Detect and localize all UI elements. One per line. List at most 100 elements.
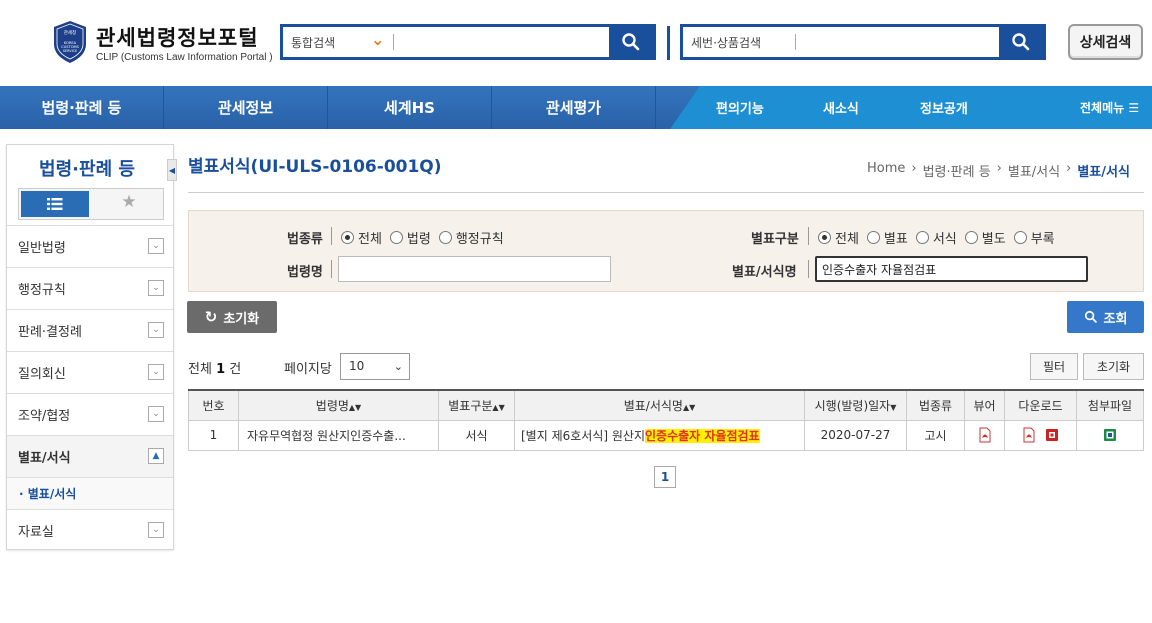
col-form-name[interactable]: 별표/서식명▲▼ [514,389,805,421]
radio-annex-form[interactable]: 서식 [915,228,957,247]
sidebar-item-forms[interactable]: 별표/서식 ▲ [7,435,173,477]
filter-button[interactable]: 필터 [1030,353,1078,380]
law-type-radios: 전체 법령 행정규칙 [341,228,504,247]
cell-no: 1 [188,419,239,451]
sidebar-item-archive[interactable]: 자료실 ⌄ [7,509,173,551]
radio-circle[interactable] [915,231,929,244]
radio-circle[interactable] [964,231,978,244]
sidebar-item-treaties[interactable]: 조약/협정 ⌄ [7,393,173,435]
sidebar-item-label: 행정규칙 [18,283,66,298]
radio-label: 별표 [883,232,908,247]
customs-logo[interactable]: 관세청 KOREA CUSTOMS SERVICE [52,20,88,64]
cell-form-name[interactable]: [별지 제6호서식] 원산지인증수출자 자율점검표 [514,419,805,451]
radio-label: 부록 [1030,232,1055,247]
radio-label: 전체 [835,232,859,247]
pdf-download-icon[interactable] [1021,427,1037,443]
nav-convenience[interactable]: 편의기능 [716,98,764,117]
nav-customs-valuation[interactable]: 관세평가 [492,86,656,129]
all-menu-button[interactable]: 전체메뉴 ☰ [1080,99,1139,116]
nav-world-hs[interactable]: 세계HS [328,86,492,129]
list-tab[interactable] [21,191,89,217]
col-viewer-label: 뷰어 [973,398,996,413]
attachment-icon[interactable] [1102,427,1118,443]
nav-customs-info[interactable]: 관세정보 [164,86,328,129]
radio-label: 서식 [932,232,957,247]
form-name-highlight[interactable]: 인증수출자 자율점검표 [645,428,760,443]
radio-law-all[interactable]: 전체 [341,228,382,247]
radio-annex-all[interactable]: 전체 [818,228,859,247]
col-law-name[interactable]: 법령명▲▼ [238,389,439,421]
sidebar-item-general-laws[interactable]: 일반법령 ⌄ [7,225,173,267]
chevron-down-icon[interactable]: ⌄ [148,364,164,380]
col-attachment: 첨부파일 [1076,389,1144,421]
breadcrumb: Home › 법령·판례 등 › 별표/서식 › 별표/서식 [867,161,1130,180]
radio-annex-appendix[interactable]: 부록 [1013,228,1055,247]
radio-circle[interactable] [866,231,880,244]
search-scope-select[interactable]: 통합검색 [291,34,335,51]
sidebar-collapse-icon[interactable]: ◀ [167,159,177,181]
sidebar-item-label: 일반법령 [18,241,66,256]
brand-title[interactable]: 관세법령정보포털 [96,22,259,52]
form-name-input[interactable]: 인증수출자 자율점검표 [815,256,1088,282]
sidebar-item-admin-rules[interactable]: 행정규칙 ⌄ [7,267,173,309]
pdf-viewer-icon[interactable] [977,427,993,443]
radio-circle[interactable] [1013,231,1027,244]
breadcrumb-home[interactable]: Home [867,161,905,180]
col-attachment-label: 첨부파일 [1087,398,1133,413]
search-icon [1084,310,1097,323]
cell-law-name[interactable]: 자유무역협정 원산지인증수출... [238,419,439,451]
sort-icon[interactable]: ▲▼ [349,403,361,412]
sidebar-item-precedents[interactable]: 판례·결정례 ⌄ [7,309,173,351]
col-download: 다운로드 [1004,389,1077,421]
radio-annex-table[interactable]: 별표 [866,228,908,247]
search-button[interactable] [609,27,653,57]
col-date[interactable]: 시행(발령)일자▼ [804,389,907,421]
chevron-down-icon[interactable]: ⌄ [148,322,164,338]
radio-circle[interactable] [438,231,452,244]
sidebar-item-qa[interactable]: 질의회신 ⌄ [7,351,173,393]
svg-text:관세청: 관세청 [64,29,76,36]
reset-columns-button[interactable]: 초기화 [1083,353,1144,380]
reset-button[interactable]: ↻ 초기화 [187,301,277,333]
query-button[interactable]: 조회 [1067,301,1144,333]
radio-circle[interactable] [389,231,403,244]
chevron-down-icon[interactable]: ⌄ [148,522,164,538]
radio-law-statute[interactable]: 법령 [389,228,431,247]
nav-disclosure[interactable]: 정보공개 [920,98,968,117]
radio-circle[interactable] [818,231,831,244]
sort-icon[interactable]: ▲▼ [492,403,504,412]
chevron-down-icon[interactable]: ⌄ [148,406,164,422]
hs-search-select[interactable]: 세번·상품검색 [691,34,761,51]
annex-type-radios: 전체 별표 서식 별도 부록 [818,228,1055,247]
annex-type-label: 별표구분 [751,232,799,247]
radio-law-admin[interactable]: 행정규칙 [438,228,504,247]
sort-icon[interactable]: ▲▼ [683,403,695,412]
chevron-down-icon[interactable]: ⌄ [148,238,164,254]
col-annex-type[interactable]: 별표구분▲▼ [438,389,515,421]
chevron-up-icon[interactable]: ▲ [148,448,164,464]
form-name-prefix[interactable]: [별지 제6호서식] 원산지 [521,429,645,443]
advanced-search-button[interactable]: 상세검색 [1068,24,1143,60]
hs-search-button[interactable] [999,27,1043,57]
breadcrumb-laws[interactable]: 법령·판례 등 [923,161,991,180]
sidebar-item-label: 자료실 [18,525,54,540]
chevron-down-icon[interactable]: ⌄ [371,30,384,49]
chevron-down-icon[interactable]: ⌄ [148,280,164,296]
divider [808,227,809,245]
favorites-star-icon[interactable]: ★ [109,192,149,216]
page-1-button[interactable]: 1 [654,466,676,488]
sort-desc-icon[interactable]: ▼ [890,403,896,412]
radio-annex-separate[interactable]: 별도 [964,228,1006,247]
hwp-download-icon[interactable] [1044,427,1060,443]
table-header-row: 번호 법령명▲▼ 별표구분▲▼ 별표/서식명▲▼ 시행(발령)일자▼ 법종류 뷰… [188,389,1144,421]
main-nav: 법령·판례 등 관세정보 세계HS 관세평가 편의기능 새소식 정보공개 전체메… [0,86,1152,129]
breadcrumb-forms[interactable]: 별표/서식 [1008,161,1060,180]
sidebar-subitem-forms[interactable]: · 별표/서식 [7,477,173,509]
law-name-input[interactable] [338,256,611,282]
per-page-select[interactable]: 10 ⌄ [340,353,410,380]
radio-label: 법령 [406,232,431,247]
nav-laws[interactable]: 법령·판례 등 [0,86,164,129]
radio-circle[interactable] [341,231,354,244]
nav-news[interactable]: 새소식 [823,98,859,117]
cell-annex-type: 서식 [438,419,515,451]
